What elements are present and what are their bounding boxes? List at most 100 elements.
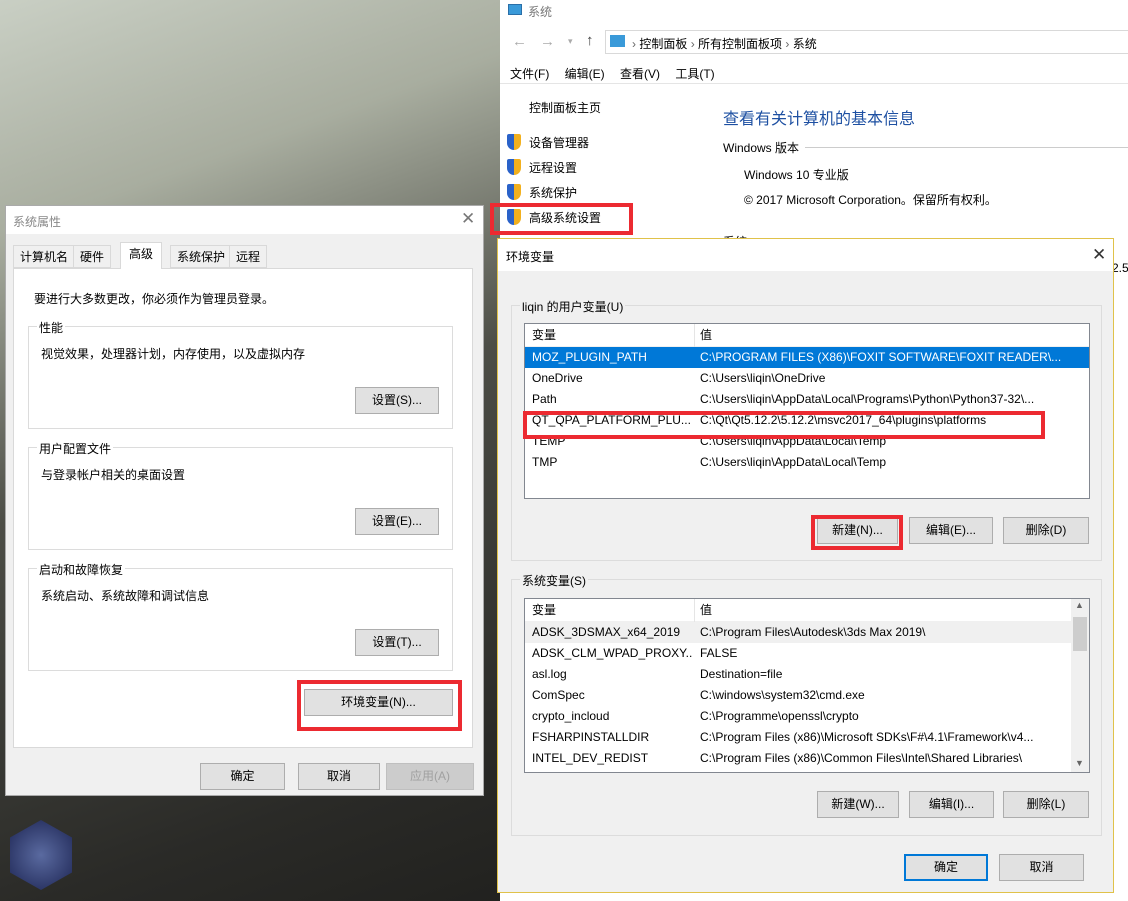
nav-item[interactable]: 设备管理器 [529, 134, 589, 151]
system-delete-button[interactable]: 删除(L) [1003, 791, 1089, 818]
table-row[interactable]: TMP C:\Users\liqin\AppData\Local\Temp [525, 452, 1089, 473]
menu-file[interactable]: 文件(F) [510, 67, 549, 81]
group-description: 与登录帐户相关的桌面设置 [41, 468, 186, 482]
tab-computer-name[interactable]: 计算机名 [13, 245, 76, 268]
address-bar[interactable]: › 控制面板 › 所有控制面板项 › 系统 [605, 30, 1128, 54]
close-icon[interactable]: ✕ [461, 209, 475, 229]
scroll-up-icon[interactable]: ▲ [1075, 600, 1084, 610]
scroll-thumb[interactable] [1073, 617, 1087, 651]
forward-icon[interactable]: → [540, 33, 555, 50]
window-title: 系统 [528, 5, 553, 19]
section-windows-edition: Windows 版本 [723, 141, 800, 155]
variable-value: C:\Programme\openssl\crypto [700, 709, 859, 723]
monitor-icon [508, 4, 522, 15]
tab-advanced[interactable]: 高级 [120, 242, 163, 269]
table-row[interactable]: ADSK_3DSMAX_x64_2019 C:\Program Files\Aut… [525, 622, 1089, 643]
user-delete-button[interactable]: 删除(D) [1003, 517, 1089, 544]
table-row[interactable]: ComSpec C:\windows\system32\cmd.exe [525, 685, 1089, 706]
menu-view[interactable]: 查看(V) [620, 67, 660, 81]
variable-value: Destination=file [700, 667, 783, 681]
close-icon[interactable]: ✕ [1092, 245, 1106, 265]
table-row[interactable]: MOZ_PLUGIN_PATH C:\PROGRAM FILES (X86)\FO… [525, 347, 1089, 368]
nav-item[interactable]: 系统保护 [529, 184, 577, 201]
back-icon[interactable]: ← [512, 33, 527, 50]
copyright-text: © 2017 Microsoft Corporation。保留所有权利。 [744, 193, 997, 207]
variable-value: C:\Program Files (x86)\Common Files\Inte… [700, 751, 1023, 765]
tab-hardware[interactable]: 硬件 [73, 245, 112, 268]
variable-value: C:\windows\system32\cmd.exe [700, 688, 865, 702]
apply-button: 应用(A) [386, 763, 474, 790]
ok-button[interactable]: 确定 [200, 763, 285, 790]
shield-icon [507, 134, 521, 150]
table-row[interactable]: ADSK_CLM_WPAD_PROXY... FALSE [525, 643, 1089, 664]
cut-off-text: 2.5 [1112, 261, 1128, 275]
table-row[interactable]: Path C:\Users\liqin\AppData\Local\Program… [525, 389, 1089, 410]
title-bar: 环境变量 ✕ [498, 239, 1113, 271]
variable-name: ComSpec [532, 688, 585, 702]
list-header: 变量值 [525, 599, 1089, 622]
column-header-value[interactable]: 值 [700, 324, 712, 346]
table-row[interactable]: INTEL_DEV_REDIST C:\Program Files (x86)\C… [525, 748, 1089, 769]
column-header-variable[interactable]: 变量 [532, 324, 692, 346]
monitor-icon [610, 35, 625, 47]
ok-button[interactable]: 确定 [904, 854, 988, 881]
settings-button[interactable]: 设置(S)... [355, 387, 439, 414]
shield-icon [507, 184, 521, 200]
cancel-button[interactable]: 取消 [298, 763, 380, 790]
edition-text: Windows 10 专业版 [744, 168, 849, 182]
variable-value: C:\Users\liqin\AppData\Local\Temp [700, 455, 887, 469]
highlight-box [811, 515, 903, 550]
up-icon[interactable]: ↑ [586, 32, 594, 49]
recent-dropdown-icon[interactable]: ▾ [568, 36, 573, 47]
divider [805, 147, 1128, 148]
column-header-variable[interactable]: 变量 [532, 599, 692, 621]
menu-edit[interactable]: 编辑(E) [565, 67, 605, 81]
list-header: 变量值 [525, 324, 1089, 347]
variable-value: C:\Program Files (x86)\Microsoft SDKs\F#… [700, 730, 1034, 744]
highlight-box [523, 411, 1045, 439]
variable-value: FALSE [700, 646, 738, 660]
tab-remote[interactable]: 远程 [229, 245, 268, 268]
tab-system-protection[interactable]: 系统保护 [170, 245, 233, 268]
table-row[interactable]: crypto_incloud C:\Programme\openssl\crypt… [525, 706, 1089, 727]
system-new-button[interactable]: 新建(W)... [817, 791, 899, 818]
breadcrumb-item[interactable]: 系统 [793, 37, 817, 51]
menu-tools[interactable]: 工具(T) [675, 67, 714, 81]
variable-name: Path [532, 392, 557, 406]
desktop-icon[interactable] [10, 820, 72, 890]
variable-value: C:\PROGRAM FILES (X86)\FOXIT SOFTWARE\FO… [700, 350, 1062, 364]
title-bar: 系统属性 ✕ [6, 206, 483, 234]
page-heading: 查看有关计算机的基本信息 [723, 111, 916, 128]
table-row[interactable]: FSHARPINSTALLDIR C:\Program Files (x86)\M… [525, 727, 1089, 748]
scrollbar[interactable]: ▲ ▼ [1071, 599, 1089, 772]
user-edit-button[interactable]: 编辑(E)... [909, 517, 993, 544]
settings-button[interactable]: 设置(T)... [355, 629, 439, 656]
cancel-button[interactable]: 取消 [999, 854, 1084, 881]
breadcrumb-item[interactable]: 所有控制面板项 [698, 37, 782, 51]
tab-panel: 要进行大多数更改，你必须作为管理员登录。 性能 视觉效果，处理器计划，内存使用，以… [13, 268, 473, 748]
scroll-down-icon[interactable]: ▼ [1075, 758, 1084, 768]
nav-control-panel-home[interactable]: 控制面板主页 [529, 99, 601, 116]
divider [500, 83, 1128, 84]
group-label: 用户配置文件 [37, 440, 114, 457]
table-row[interactable]: asl.log Destination=file [525, 664, 1089, 685]
settings-button[interactable]: 设置(E)... [355, 508, 439, 535]
variable-name: asl.log [532, 667, 567, 681]
variable-name: ADSK_CLM_WPAD_PROXY... [532, 646, 692, 660]
breadcrumb-item[interactable]: 控制面板 [639, 37, 687, 51]
dialog-title: 系统属性 [13, 215, 62, 229]
variable-value: C:\Users\liqin\AppData\Local\Programs\Py… [700, 392, 1035, 406]
variable-name: FSHARPINSTALLDIR [532, 730, 650, 744]
group-label: 系统变量(S) [520, 572, 588, 589]
system-edit-button[interactable]: 编辑(I)... [909, 791, 994, 818]
variable-name: crypto_incloud [532, 709, 610, 723]
group-label: 性能 [37, 319, 66, 336]
column-header-value[interactable]: 值 [700, 599, 712, 621]
table-row[interactable]: OneDrive C:\Users\liqin\OneDrive [525, 368, 1089, 389]
nav-item[interactable]: 远程设置 [529, 159, 577, 176]
highlight-box [490, 203, 633, 235]
highlight-box [297, 680, 462, 731]
system-variables-list[interactable]: 变量值 ADSK_3DSMAX_x64_2019 C:\Program Files\… [524, 598, 1090, 773]
breadcrumb: › 控制面板 › 所有控制面板项 › 系统 [632, 37, 817, 51]
admin-note: 要进行大多数更改，你必须作为管理员登录。 [34, 292, 275, 306]
